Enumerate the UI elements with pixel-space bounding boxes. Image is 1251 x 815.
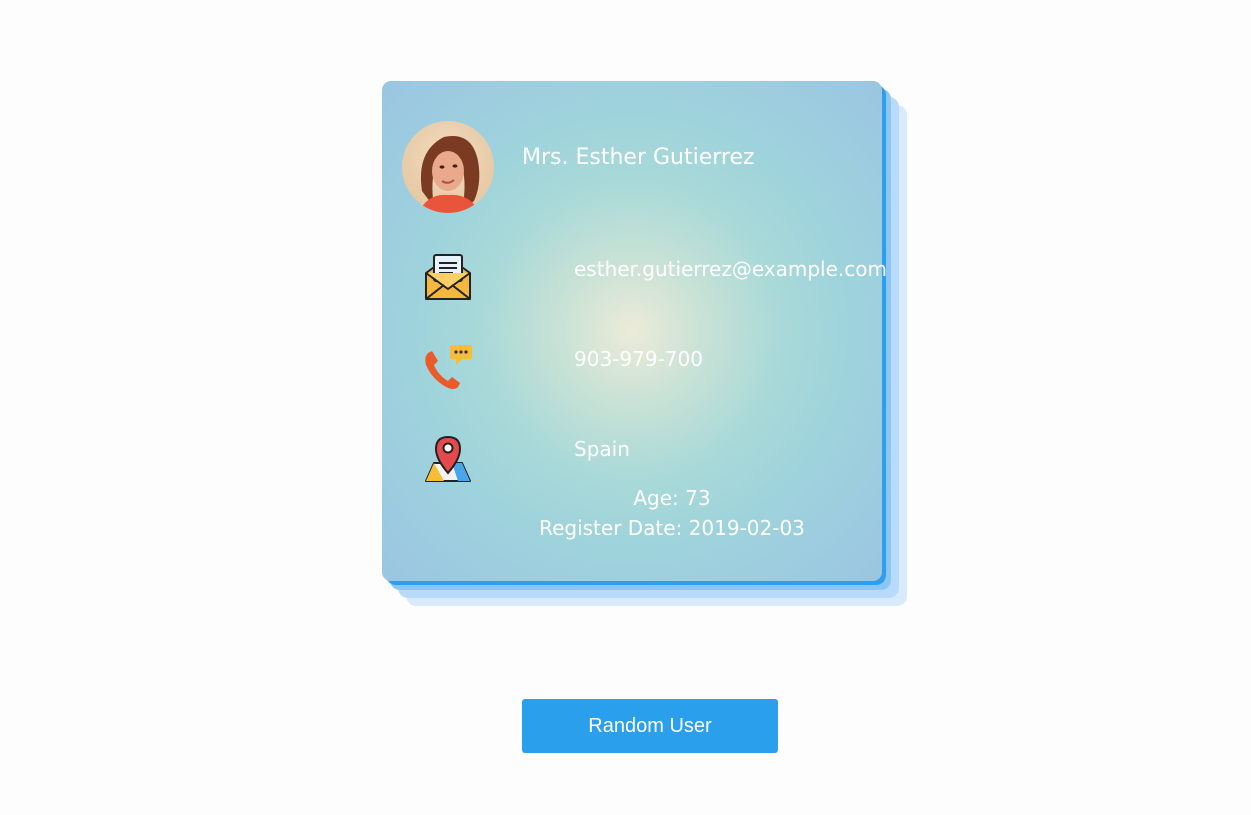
user-card: Mrs. Esther Gutierrez esther.gutierrez@e… [382,81,887,581]
random-user-button[interactable]: Random User [522,699,778,753]
user-name: Mrs. Esther Gutierrez [522,145,755,170]
user-email: esther.gutierrez@example.com [574,257,887,281]
user-register-date: Register Date: 2019-02-03 [539,516,805,540]
envelope-icon [422,251,474,303]
phone-chat-icon [422,343,474,395]
user-phone: 903-979-700 [574,347,703,371]
map-pin-icon [422,433,474,485]
avatar [402,121,494,213]
page: Mrs. Esther Gutierrez esther.gutierrez@e… [0,0,1251,815]
user-country: Spain [574,437,630,461]
user-age: Age: 73 [633,486,711,510]
avatar-photo [402,121,494,213]
